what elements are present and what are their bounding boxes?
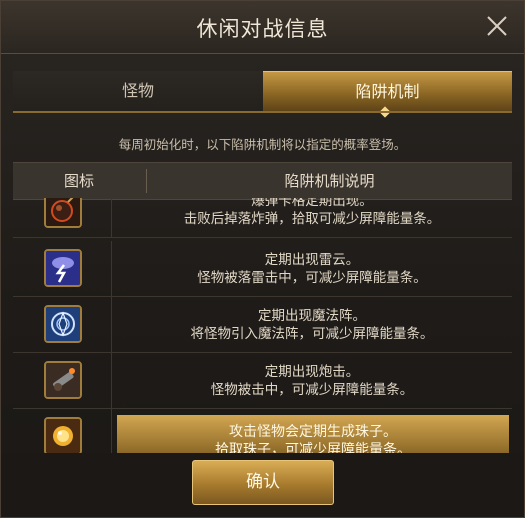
tab-bar: 怪物 陷阱机制 bbox=[13, 71, 512, 118]
trap-description: 定期出现雷云。 怪物被落雷击中，可减少屏障能量条。 bbox=[112, 241, 512, 297]
table-header: 图标 陷阱机制说明 bbox=[13, 162, 512, 200]
description-line: 攻击怪物会定期生成珠子。 bbox=[229, 424, 397, 440]
table-row: 定期出现雷云。 怪物被落雷击中，可减少屏障能量条。 bbox=[13, 241, 512, 297]
orb-icon bbox=[44, 417, 82, 453]
icon-cell bbox=[13, 198, 111, 238]
icon-cell bbox=[13, 297, 111, 353]
description-line: 怪物被落雷击中，可减少屏障能量条。 bbox=[197, 270, 427, 286]
row-separator bbox=[13, 237, 512, 238]
trap-description: 攻击怪物会定期生成珠子。 拾取珠子，可减少屏障能量条。 bbox=[117, 415, 509, 453]
tab-trap-label: 陷阱机制 bbox=[355, 82, 420, 101]
bomb-icon bbox=[44, 198, 82, 228]
dialog-title: 休闲对战信息 bbox=[196, 17, 329, 41]
icon-cell bbox=[13, 409, 111, 453]
magic-circle-icon bbox=[44, 305, 82, 343]
trap-description: 爆弹卡格定期出现。 击败后掉落炸弹，拾取可减少屏障能量条。 bbox=[112, 198, 512, 238]
table-row: 定期出现炮击。 怪物被击中，可减少屏障能量条。 bbox=[13, 353, 512, 409]
table-row: 爆弹卡格定期出现。 击败后掉落炸弹，拾取可减少屏障能量条。 bbox=[13, 198, 512, 238]
description-line: 爆弹卡格定期出现。 bbox=[251, 198, 373, 209]
header-description: 陷阱机制说明 bbox=[284, 172, 375, 190]
cannon-icon bbox=[44, 361, 82, 399]
table-row: 定期出现魔法阵。 将怪物引入魔法阵，可减少屏障能量条。 bbox=[13, 297, 512, 353]
close-icon[interactable] bbox=[484, 13, 510, 39]
icon-cell bbox=[13, 353, 111, 409]
description-line: 定期出现雷云。 bbox=[264, 252, 360, 268]
notice-text: 每周初始化时，以下陷阱机制将以指定的概率登场。 bbox=[118, 137, 407, 152]
header-icon: 图标 bbox=[63, 172, 94, 190]
description-line: 定期出现魔法阵。 bbox=[258, 308, 366, 324]
description-line: 将怪物引入魔法阵，可减少屏障能量条。 bbox=[190, 326, 434, 342]
description-line: 怪物被击中，可减少屏障能量条。 bbox=[210, 382, 414, 398]
tab-divider bbox=[13, 111, 512, 113]
title-bar: 休闲对战信息 bbox=[1, 1, 524, 54]
confirm-button[interactable]: 确认 bbox=[192, 460, 334, 505]
description-line: 击败后掉落炸弹，拾取可减少屏障能量条。 bbox=[183, 211, 441, 227]
trap-description: 定期出现炮击。 怪物被击中，可减少屏障能量条。 bbox=[112, 353, 512, 409]
icon-cell bbox=[13, 241, 111, 297]
description-line: 定期出现炮击。 bbox=[264, 364, 360, 380]
trap-list[interactable]: 爆弹卡格定期出现。 击败后掉落炸弹，拾取可减少屏障能量条。 定期出现雷云。 怪物… bbox=[13, 198, 512, 453]
trap-description: 定期出现魔法阵。 将怪物引入魔法阵，可减少屏障能量条。 bbox=[112, 297, 512, 353]
tab-trap-mechanism[interactable]: 陷阱机制 bbox=[263, 71, 512, 118]
thunder-cloud-icon bbox=[44, 249, 82, 287]
description-line: 拾取珠子，可减少屏障能量条。 bbox=[215, 442, 411, 453]
tab-monster[interactable]: 怪物 bbox=[13, 71, 263, 111]
column-separator bbox=[111, 409, 112, 453]
table-row-highlighted: 攻击怪物会定期生成珠子。 拾取珠子，可减少屏障能量条。 bbox=[13, 409, 512, 453]
battle-info-dialog: 休闲对战信息 怪物 陷阱机制 每周初始化时，以下陷阱机制将以指定的概率登场。 图… bbox=[0, 0, 525, 518]
